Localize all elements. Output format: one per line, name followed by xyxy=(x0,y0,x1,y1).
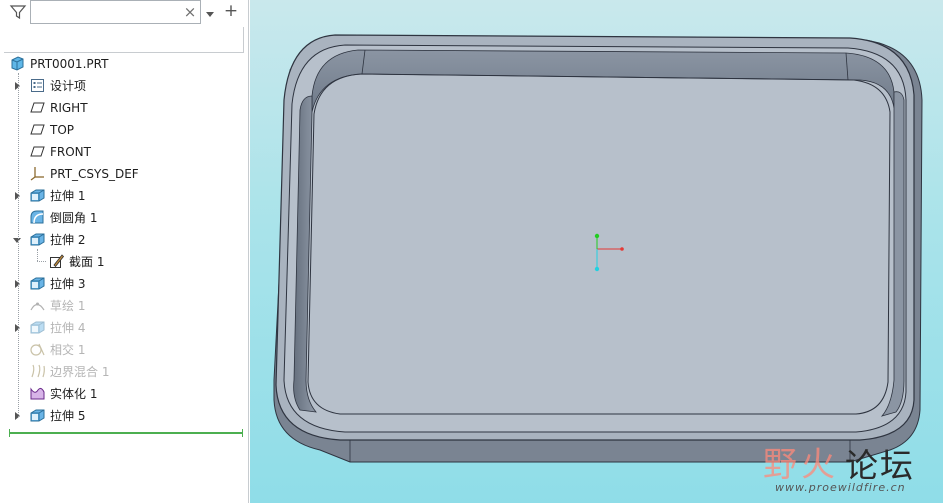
sketch-icon xyxy=(29,297,46,314)
tree-item-label: PRT0001.PRT xyxy=(30,57,109,71)
tree-item-label: 拉伸 3 xyxy=(50,277,86,291)
tree-item-label: 相交 1 xyxy=(50,343,86,357)
tree-item[interactable]: PRT_CSYS_DEF xyxy=(0,163,248,185)
tree-connector xyxy=(37,249,38,261)
extrude-icon xyxy=(29,319,46,336)
extrude-icon xyxy=(29,275,46,292)
model-tree-panel: × + PRT0001.PRT 设计项 RIGHT TOP FRONT PRT_CSYS_… xyxy=(0,0,249,503)
tree-item-label: RIGHT xyxy=(50,101,88,115)
tree-item-label: 拉伸 5 xyxy=(50,409,86,423)
filter-icon[interactable] xyxy=(9,3,27,21)
sketch-section-icon xyxy=(48,253,65,270)
add-button[interactable]: + xyxy=(222,1,240,21)
watermark-logo: 野火 论坛 www.proewildfire.cn xyxy=(755,417,940,501)
tree-item[interactable]: 拉伸 2 xyxy=(0,229,248,251)
tree-item-label: PRT_CSYS_DEF xyxy=(50,167,139,181)
datum-plane-icon xyxy=(29,121,46,138)
intersect-icon xyxy=(29,341,46,358)
insert-here-marker[interactable] xyxy=(9,429,243,437)
tree-connector xyxy=(37,261,46,262)
clear-search-icon[interactable]: × xyxy=(183,4,197,20)
tree-item[interactable]: 实体化 1 xyxy=(0,383,248,405)
datum-plane-icon xyxy=(29,99,46,116)
tree-item-label: TOP xyxy=(50,123,75,137)
tree-item[interactable]: 边界混合 1 xyxy=(0,361,248,383)
tree-item[interactable]: 拉伸 1 xyxy=(0,185,248,207)
tree-item[interactable]: 拉伸 4 xyxy=(0,317,248,339)
tree-item-label: 草绘 1 xyxy=(50,299,86,313)
filter-subbar xyxy=(4,27,244,53)
extrude-icon xyxy=(29,231,46,248)
coordinate-system-icon xyxy=(29,165,46,182)
search-input[interactable] xyxy=(30,0,201,24)
tree-connector xyxy=(18,73,19,417)
tree-item-label: 倒圆角 1 xyxy=(50,211,98,225)
round-icon xyxy=(29,209,46,226)
collapse-arrow-icon[interactable] xyxy=(13,238,21,243)
tree-item[interactable]: 设计项 xyxy=(0,75,248,97)
watermark-url: www.proewildfire.cn xyxy=(775,481,906,494)
tree-item-label: FRONT xyxy=(50,145,91,159)
tree-item[interactable]: 草绘 1 xyxy=(0,295,248,317)
tree-item[interactable]: PRT0001.PRT xyxy=(0,53,248,75)
tree-item[interactable]: 拉伸 3 xyxy=(0,273,248,295)
tree-item[interactable]: FRONT xyxy=(0,141,248,163)
tree-item-label: 截面 1 xyxy=(69,255,105,269)
datum-plane-icon xyxy=(29,143,46,160)
tree-item[interactable]: 相交 1 xyxy=(0,339,248,361)
watermark-forum: 论坛 xyxy=(845,446,915,485)
part-icon xyxy=(9,55,26,72)
tree-item-label: 实体化 1 xyxy=(50,387,98,401)
tree-item-label: 边界混合 1 xyxy=(50,365,110,379)
tree-item[interactable]: RIGHT xyxy=(0,97,248,119)
solidify-icon xyxy=(29,385,46,402)
tree-item-label: 拉伸 1 xyxy=(50,189,86,203)
tree-item-label: 拉伸 2 xyxy=(50,233,86,247)
tree-item[interactable]: 拉伸 5 xyxy=(0,405,248,427)
tree-item[interactable]: TOP xyxy=(0,119,248,141)
extrude-icon xyxy=(29,407,46,424)
model-tree-toolbar: × + xyxy=(0,0,248,26)
chevron-down-icon[interactable] xyxy=(205,8,215,17)
watermark-wild: 野火 xyxy=(763,445,839,485)
design-items-icon xyxy=(29,77,46,94)
frame-inner-rim xyxy=(283,44,907,433)
tree-item-label: 设计项 xyxy=(50,79,87,93)
boundary-blend-icon xyxy=(29,363,46,380)
tree-item-label: 拉伸 4 xyxy=(50,321,86,335)
tree-item[interactable]: 倒圆角 1 xyxy=(0,207,248,229)
graphics-viewport[interactable]: 野火 论坛 www.proewildfire.cn xyxy=(250,0,943,503)
extrude-icon xyxy=(29,187,46,204)
